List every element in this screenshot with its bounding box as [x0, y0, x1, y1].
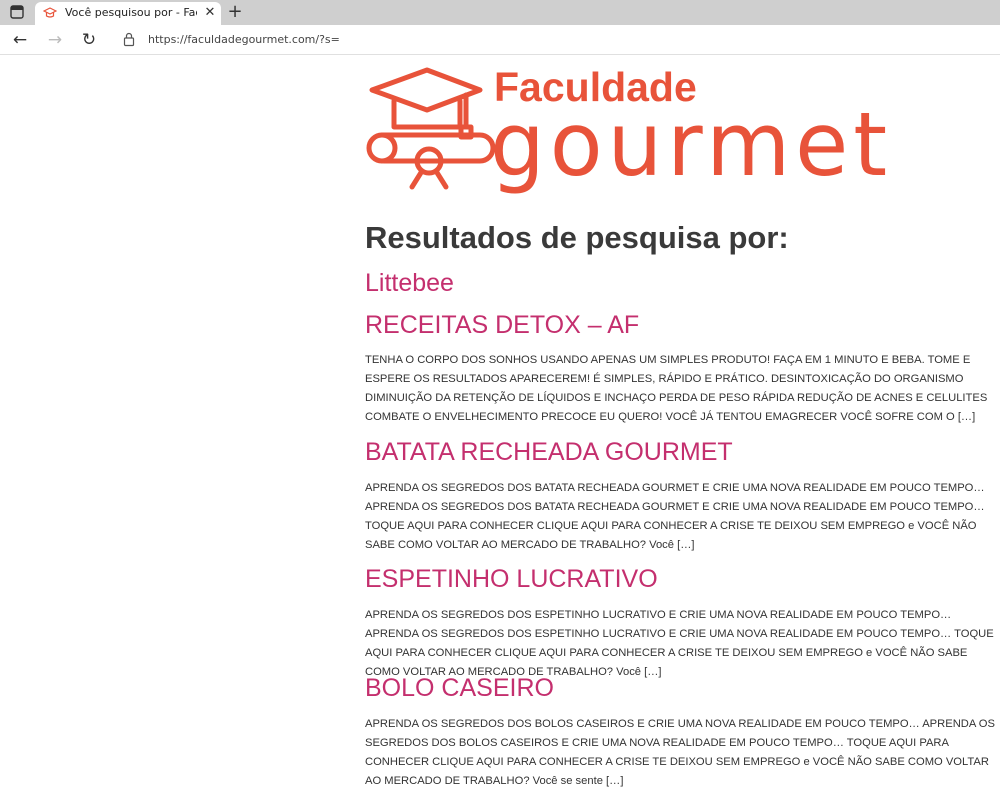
result-title-espetinho-lucrativo[interactable]: ESPETINHO LUCRATIVO	[365, 563, 658, 595]
result-excerpt-batata-recheada: APRENDA OS SEGREDOS DOS BATATA RECHEADA …	[365, 482, 985, 551]
forward-arrow-icon[interactable]: →	[45, 30, 65, 50]
page-title: Resultados de pesquisa por:	[365, 220, 789, 255]
back-arrow-icon[interactable]: ←	[10, 30, 30, 50]
browser-tab-bar: Você pesquisou por - Faculdade Gourmet ✕…	[0, 0, 1000, 25]
result-excerpt-espetinho-lucrativo: APRENDA OS SEGREDOS DOS ESPETINHO LUCRAT…	[365, 609, 994, 678]
tab-actions-icon[interactable]	[10, 5, 24, 19]
reload-icon[interactable]: ↻	[79, 30, 99, 50]
browser-tab[interactable]: Você pesquisou por - Faculdade Gourmet ✕	[35, 2, 221, 25]
logo-gourmet-text: gourmet	[490, 93, 892, 196]
close-tab-icon[interactable]: ✕	[203, 5, 217, 21]
result-title-littebee[interactable]: Littebee	[365, 267, 454, 299]
result-title-batata-recheada[interactable]: BATATA RECHEADA GOURMET	[365, 436, 733, 468]
graduation-cap-icon	[43, 7, 57, 18]
site-logo[interactable]: Faculdade gourmet	[362, 65, 902, 197]
new-tab-button[interactable]: +	[226, 2, 244, 22]
address-bar[interactable]: https://faculdadegourmet.com/?s=	[148, 31, 448, 49]
browser-toolbar: ← → ↻ https://faculdadegourmet.com/?s=	[0, 25, 1000, 55]
tab-title: Você pesquisou por - Faculdade Gourmet	[65, 6, 197, 19]
lock-icon[interactable]	[123, 32, 135, 47]
graduation-cap-diploma-icon	[366, 67, 496, 190]
result-excerpt-bolo-caseiro: APRENDA OS SEGREDOS DOS BOLOS CASEIROS E…	[365, 718, 995, 787]
result-title-receitas-detox[interactable]: RECEITAS DETOX – AF	[365, 309, 639, 341]
result-excerpt-receitas-detox: TENHA O CORPO DOS SONHOS USANDO APENAS U…	[365, 354, 988, 423]
result-title-bolo-caseiro[interactable]: BOLO CASEIRO	[365, 672, 554, 704]
